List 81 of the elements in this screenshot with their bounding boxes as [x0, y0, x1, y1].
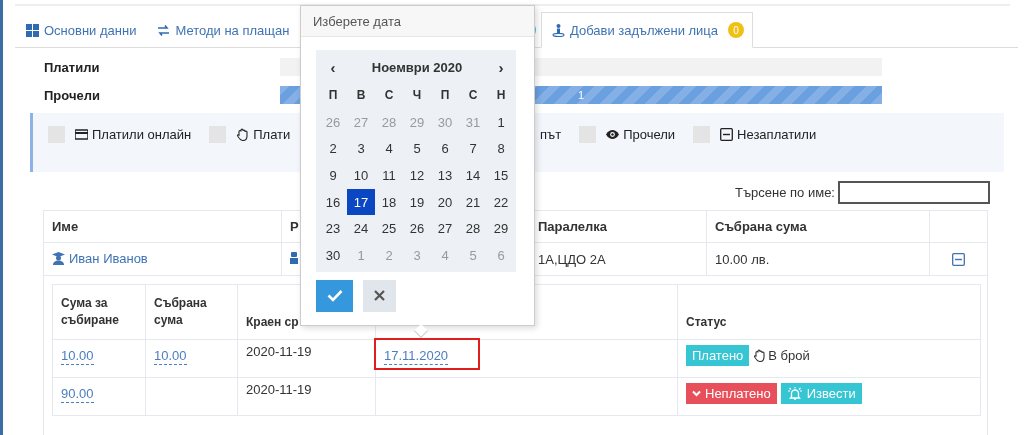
hand-icon — [753, 349, 767, 362]
calendar-day[interactable]: 27 — [431, 215, 459, 242]
calendar-day[interactable]: 3 — [347, 135, 375, 163]
calendar-day[interactable]: 28 — [459, 215, 487, 242]
group-icon — [290, 251, 298, 264]
calendar-day[interactable]: 1 — [487, 109, 515, 136]
amount-link[interactable]: 10.00 — [61, 348, 94, 365]
payment-method: В брой — [768, 348, 810, 363]
credit-card-icon — [75, 128, 88, 141]
search-field[interactable] — [838, 181, 990, 204]
tab[interactable]: Методи на плащан — [155, 13, 292, 47]
weekday-label: П — [439, 87, 451, 104]
weekday-label: П — [327, 87, 339, 104]
progress-label: Платили — [44, 59, 101, 75]
eye-icon — [606, 128, 620, 141]
calendar-day[interactable]: 11 — [375, 162, 403, 189]
column-header: Име — [43, 210, 282, 243]
calendar-day[interactable]: 7 — [459, 135, 487, 163]
grid-icon — [26, 23, 39, 37]
prev-month-button[interactable]: ‹ — [319, 53, 347, 81]
calendar-day[interactable]: 26 — [403, 215, 431, 242]
search-label: Търсене по име: — [735, 185, 835, 200]
date-link[interactable]: 17.11.2020 — [384, 348, 449, 365]
calendar-day[interactable]: 6 — [431, 135, 459, 163]
amount-link[interactable]: 10.00 — [154, 348, 187, 365]
student-icon — [52, 251, 65, 265]
calendar-day[interactable]: 25 — [375, 215, 403, 242]
filter-label: път — [540, 127, 562, 142]
weekday-label: Ч — [411, 87, 423, 104]
cancel-button[interactable] — [363, 279, 396, 312]
status-dropdown[interactable]: Неплатено — [686, 383, 777, 404]
close-icon — [374, 290, 385, 302]
calendar-day[interactable]: 14 — [459, 162, 487, 189]
weekday-label: Н — [495, 87, 507, 104]
calendar-day[interactable]: 15 — [487, 162, 515, 189]
calendar-day[interactable]: 30 — [319, 241, 347, 269]
filter-label: Незаплатили — [737, 127, 817, 142]
status-label: Платено — [686, 345, 750, 366]
confirm-button[interactable] — [316, 279, 353, 312]
calendar-day[interactable]: 17 — [347, 188, 375, 216]
check-icon — [326, 289, 343, 303]
filter-label: Прочели — [623, 127, 676, 142]
filter-label: Платили онлайн — [92, 127, 192, 142]
column-header: Събрана сума — [706, 210, 930, 243]
calendar-day[interactable]: 13 — [431, 162, 459, 189]
calendar-day[interactable]: 12 — [403, 162, 431, 189]
weekday-label: В — [355, 87, 367, 104]
progress-label: Прочели — [44, 87, 101, 103]
bell-icon — [786, 386, 803, 401]
calendar-day[interactable]: 2 — [319, 135, 347, 163]
weekday-label: С — [383, 87, 395, 104]
column-header: Сума за събиране — [52, 284, 146, 340]
student-link[interactable]: Иван Иванов — [52, 250, 148, 266]
table-cell: 2020-11-19 — [237, 377, 376, 416]
weekday-label: С — [467, 87, 479, 104]
filter-label: Плати — [253, 127, 291, 142]
calendar-day[interactable]: 8 — [487, 135, 515, 163]
calendar-day[interactable]: 24 — [347, 215, 375, 242]
calendar-day[interactable]: 5 — [403, 135, 431, 163]
tab[interactable]: Основни данни — [24, 13, 139, 47]
person-icon — [552, 23, 565, 37]
popup-title: Изберете дата — [313, 13, 401, 29]
amount-link[interactable]: 90.00 — [61, 386, 94, 403]
calendar-day[interactable]: 9 — [319, 162, 347, 189]
minus-square-icon — [952, 252, 965, 266]
calendar-day[interactable]: 10 — [347, 162, 375, 189]
month-title: Ноември 2020 — [370, 58, 464, 77]
exchange-icon — [157, 23, 171, 37]
column-header: Статус — [677, 284, 981, 340]
next-month-button[interactable]: › — [487, 53, 515, 81]
table-cell: 10.00 лв. — [706, 242, 930, 276]
column-header: Събрана сума — [145, 284, 238, 340]
hand-icon — [236, 128, 250, 141]
calendar-day[interactable]: 4 — [375, 135, 403, 163]
count-badge: 0 — [728, 22, 745, 38]
tab[interactable]: Добави задължени лица 0 — [541, 12, 754, 48]
calendar-day[interactable]: 29 — [487, 215, 515, 242]
minus-square-icon — [720, 128, 734, 141]
calendar-day[interactable]: 23 — [319, 215, 347, 242]
progress-reading: 1 — [577, 89, 585, 101]
chevron-down-icon — [692, 390, 701, 397]
